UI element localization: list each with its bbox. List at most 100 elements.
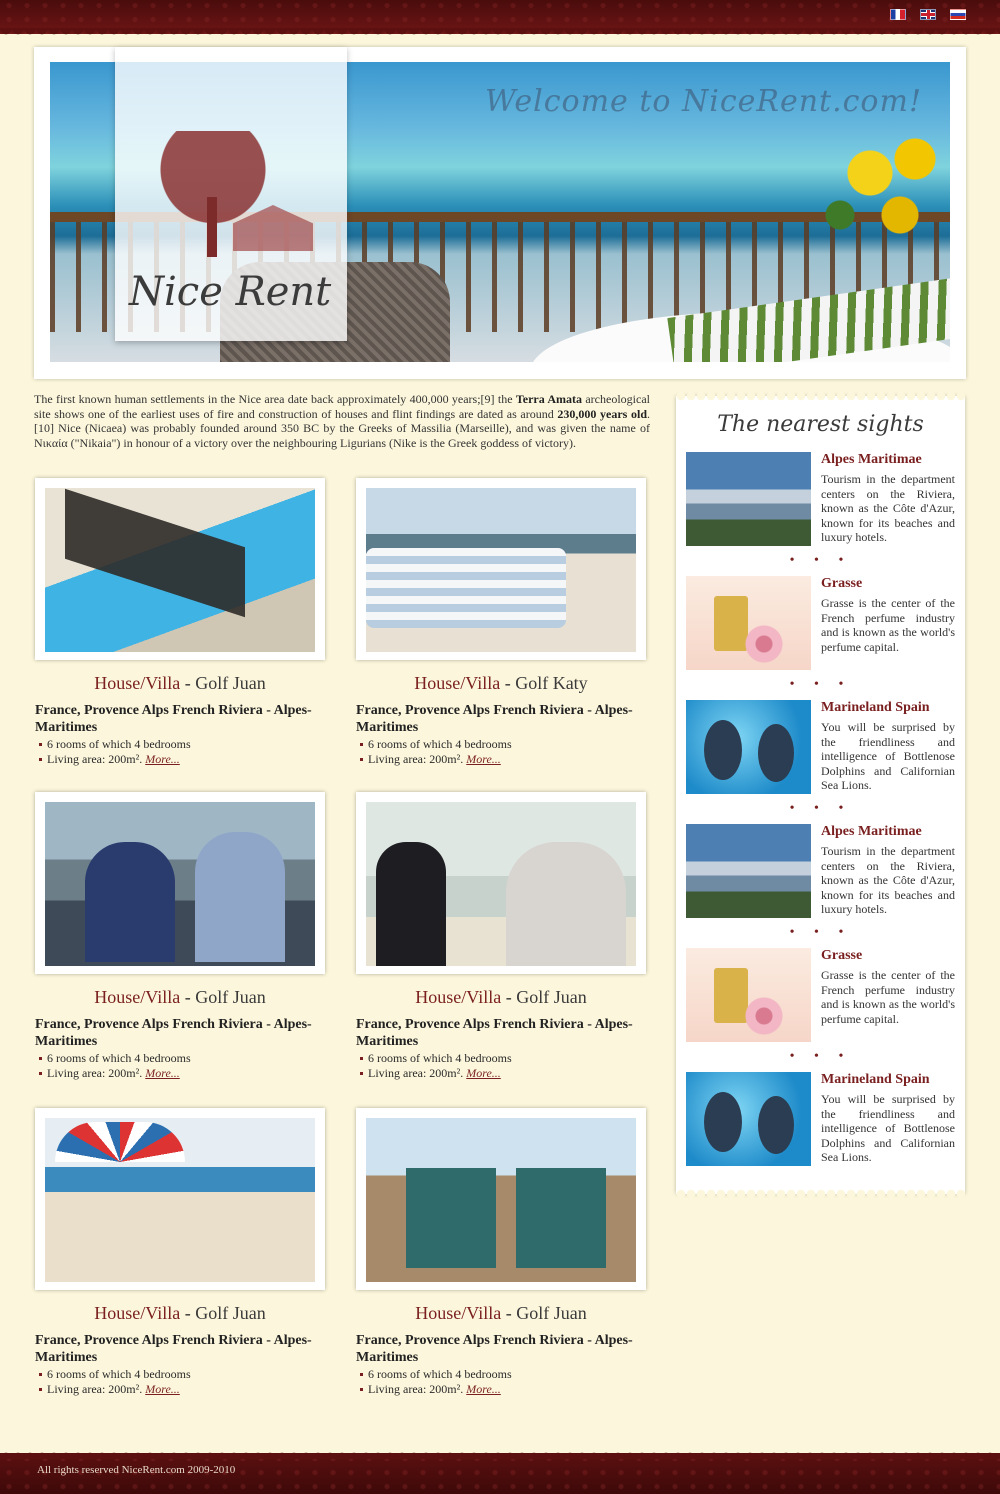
sight-name[interactable]: Alpes Maritimae xyxy=(821,824,955,840)
listing-rooms: 6 rooms of which 4 bedrooms xyxy=(35,1051,335,1066)
more-link[interactable]: More... xyxy=(466,1382,501,1396)
sight-image[interactable] xyxy=(686,1072,811,1166)
sight-description: Grasse is the center of the French perfu… xyxy=(821,596,955,654)
sight-image[interactable] xyxy=(686,700,811,794)
sight-name[interactable]: Grasse xyxy=(821,948,955,964)
listing-photo-image xyxy=(45,1118,315,1282)
more-link[interactable]: More... xyxy=(145,1066,180,1080)
listing-photo[interactable] xyxy=(35,1108,325,1290)
listing-name: Golf Katy xyxy=(515,673,588,693)
listing-type: House/Villa xyxy=(94,673,181,693)
bottle xyxy=(714,968,748,1023)
dolphin xyxy=(704,720,742,780)
listing-name: Golf Juan xyxy=(195,673,266,693)
person xyxy=(85,842,175,962)
language-switcher xyxy=(890,9,966,20)
listing-card: House/Villa - Golf Katy France, Provence… xyxy=(356,478,656,767)
listing-area-item: Living area: 200m². More... xyxy=(35,1066,335,1081)
listing-photo-image xyxy=(366,488,636,652)
listing-features: 6 rooms of which 4 bedrooms Living area:… xyxy=(356,1367,656,1397)
listing-location: France, Provence Alps French Riviera - A… xyxy=(356,1017,633,1049)
separator-dots: • • • xyxy=(789,925,852,940)
listing-card: House/Villa - Golf Juan France, Provence… xyxy=(35,1108,335,1397)
sight-image[interactable] xyxy=(686,452,811,546)
separator-dots: • • • xyxy=(789,1049,852,1064)
sight-image[interactable] xyxy=(686,948,811,1042)
listing-area-item: Living area: 200m². More... xyxy=(356,752,656,767)
nearest-sights-sidebar: The nearest sights Alpes Maritimae Touri… xyxy=(676,391,965,1199)
more-link[interactable]: More... xyxy=(145,752,180,766)
listing-area: Living area: 200m². xyxy=(47,752,143,766)
sight-description: You will be surprised by the friendlines… xyxy=(821,1092,955,1164)
sight-item: Alpes Maritimae Tourism in the departmen… xyxy=(686,824,956,920)
listing-rooms: 6 rooms of which 4 bedrooms xyxy=(356,1367,656,1382)
header-banner-frame: Welcome to NiceRent.com! Nice Rent xyxy=(34,47,966,379)
listing-rooms: 6 rooms of which 4 bedrooms xyxy=(35,1367,335,1382)
logo[interactable]: Nice Rent xyxy=(115,47,347,341)
listing-location: France, Provence Alps French Riviera - A… xyxy=(356,1333,633,1365)
separator-dots: • • • xyxy=(789,801,852,816)
listing-photo[interactable] xyxy=(356,478,646,660)
listing-title[interactable]: House/Villa - Golf Juan xyxy=(35,1303,325,1324)
dolphin xyxy=(758,1096,794,1154)
listing-photo[interactable] xyxy=(35,792,325,974)
sight-name[interactable]: Marineland Spain xyxy=(821,700,955,716)
listing-area: Living area: 200m². xyxy=(47,1382,143,1396)
listing-card: House/Villa - Golf Juan France, Provence… xyxy=(35,478,335,767)
sight-description: Tourism in the department centers on the… xyxy=(821,472,955,544)
intro-text: The first known human settlements in the… xyxy=(34,392,650,450)
listing-type: House/Villa xyxy=(415,1303,502,1323)
listing-name: Golf Juan xyxy=(195,987,266,1007)
listing-type: House/Villa xyxy=(415,987,502,1007)
sight-image[interactable] xyxy=(686,824,811,918)
sight-item: Marineland Spain You will be surprised b… xyxy=(686,700,956,796)
listing-area: Living area: 200m². xyxy=(368,1066,464,1080)
sight-name[interactable]: Alpes Maritimae xyxy=(821,452,955,468)
listing-title[interactable]: House/Villa - Golf Juan xyxy=(35,673,325,694)
listing-rooms: 6 rooms of which 4 bedrooms xyxy=(356,1051,656,1066)
sight-name[interactable]: Marineland Spain xyxy=(821,1072,955,1088)
listing-area: Living area: 200m². xyxy=(47,1066,143,1080)
listing-title[interactable]: House/Villa - Golf Juan xyxy=(356,987,646,1008)
flag-france-icon[interactable] xyxy=(890,9,906,20)
listing-title[interactable]: House/Villa - Golf Juan xyxy=(35,987,325,1008)
sofa xyxy=(366,548,566,628)
listing-area: Living area: 200m². xyxy=(368,1382,464,1396)
flower xyxy=(744,624,784,664)
tree-trunk xyxy=(207,197,217,257)
listing-location: France, Provence Alps French Riviera - A… xyxy=(35,703,312,735)
sight-item: Grasse Grasse is the center of the Frenc… xyxy=(686,948,956,1044)
flag-russia-icon[interactable] xyxy=(950,9,966,20)
more-link[interactable]: More... xyxy=(466,1066,501,1080)
listing-photo[interactable] xyxy=(356,792,646,974)
sight-item: Alpes Maritimae Tourism in the departmen… xyxy=(686,452,956,548)
listing-features: 6 rooms of which 4 bedrooms Living area:… xyxy=(35,1367,335,1397)
flowers xyxy=(810,117,950,257)
sight-image[interactable] xyxy=(686,576,811,670)
more-link[interactable]: More... xyxy=(466,752,501,766)
listing-card: House/Villa - Golf Juan France, Provence… xyxy=(35,792,335,1081)
listing-title[interactable]: House/Villa - Golf Juan xyxy=(356,1303,646,1324)
more-link[interactable]: More... xyxy=(145,1382,180,1396)
listing-features: 6 rooms of which 4 bedrooms Living area:… xyxy=(356,1051,656,1081)
person xyxy=(195,832,285,962)
listing-rooms: 6 rooms of which 4 bedrooms xyxy=(35,737,335,752)
flag-uk-icon[interactable] xyxy=(920,9,936,20)
listing-rooms: 6 rooms of which 4 bedrooms xyxy=(356,737,656,752)
top-decorative-band xyxy=(0,0,1000,40)
lounger xyxy=(65,488,245,618)
listing-location: France, Provence Alps French Riviera - A… xyxy=(35,1333,312,1365)
listing-area-item: Living area: 200m². More... xyxy=(356,1382,656,1397)
listing-area-item: Living area: 200m². More... xyxy=(35,752,335,767)
sidebar-title: The nearest sights xyxy=(717,412,924,437)
sight-item: Marineland Spain You will be surprised b… xyxy=(686,1072,956,1168)
sight-name[interactable]: Grasse xyxy=(821,576,955,592)
listing-location: France, Provence Alps French Riviera - A… xyxy=(356,703,633,735)
deck-chair xyxy=(406,1168,496,1268)
listing-title[interactable]: House/Villa - Golf Katy xyxy=(356,673,646,694)
listing-photo[interactable] xyxy=(35,478,325,660)
listing-photo[interactable] xyxy=(356,1108,646,1290)
separator-dots: • • • xyxy=(789,553,852,568)
sight-description: Grasse is the center of the French perfu… xyxy=(821,968,955,1026)
intro-part-1: The first known human settlements in the… xyxy=(34,392,516,406)
